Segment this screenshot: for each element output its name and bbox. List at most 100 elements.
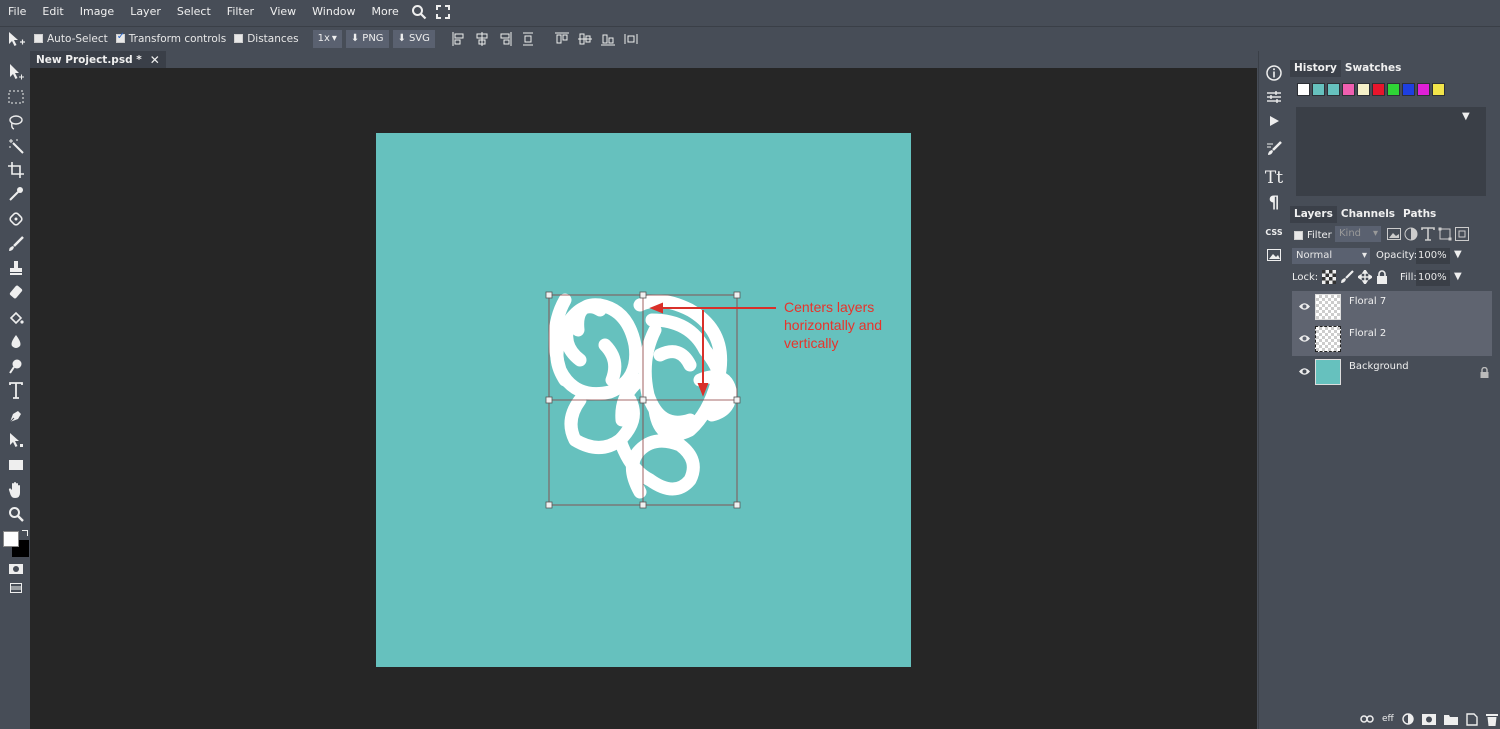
menu-select[interactable]: Select	[169, 0, 219, 24]
healing-brush-tool-icon[interactable]	[5, 208, 27, 230]
swatch-white[interactable]	[1297, 83, 1310, 96]
swatch-cream[interactable]	[1357, 83, 1370, 96]
menu-view[interactable]: View	[262, 0, 304, 24]
align-bottom-icon[interactable]	[598, 30, 618, 48]
zoom-tool-icon[interactable]	[5, 503, 27, 525]
panel-menu-icon[interactable]: ▼	[1462, 111, 1470, 122]
text-filter-icon[interactable]	[1421, 227, 1435, 241]
visibility-eye-icon[interactable]	[1298, 301, 1311, 312]
swatch-green[interactable]	[1387, 83, 1400, 96]
lock-position-icon[interactable]	[1358, 270, 1372, 284]
css-icon[interactable]: CSS	[1263, 221, 1285, 243]
close-icon[interactable]: ✕	[150, 53, 160, 67]
swap-colors-icon[interactable]	[22, 530, 28, 536]
swatch-blue[interactable]	[1402, 83, 1415, 96]
visibility-eye-icon[interactable]	[1298, 366, 1311, 377]
menu-image[interactable]: Image	[72, 0, 122, 24]
fill-input[interactable]: 100%	[1416, 270, 1450, 286]
transform-controls-checkbox[interactable]: Transform controls	[115, 31, 226, 45]
lock-all-icon[interactable]	[1376, 270, 1388, 284]
move-tool-icon[interactable]	[5, 61, 27, 83]
crop-tool-icon[interactable]	[5, 159, 27, 181]
layer-mask-icon[interactable]	[1421, 713, 1436, 725]
stamp-tool-icon[interactable]	[5, 257, 27, 279]
visibility-eye-icon[interactable]	[1298, 333, 1311, 344]
floral-artwork[interactable]	[376, 133, 911, 667]
align-vcenter-icon[interactable]	[575, 30, 595, 48]
menu-window[interactable]: Window	[304, 0, 363, 24]
blend-mode-select[interactable]: Normal ▾	[1292, 248, 1370, 264]
paragraph-icon[interactable]: ¶	[1263, 192, 1285, 214]
kind-select[interactable]: Kind ▾	[1335, 226, 1381, 242]
align-hcenter-icon[interactable]	[472, 30, 492, 48]
brush-tool-icon[interactable]	[5, 233, 27, 255]
history-list[interactable]	[1296, 107, 1486, 196]
foreground-background-colors[interactable]	[3, 530, 29, 557]
swatch-yellow[interactable]	[1432, 83, 1445, 96]
text-tool-icon[interactable]	[5, 380, 27, 402]
fill-dropdown-icon[interactable]: ▼	[1454, 271, 1462, 282]
export-png-button[interactable]: ⬇ PNG	[345, 29, 389, 48]
distribute-h-icon[interactable]	[518, 30, 538, 48]
eyedropper-tool-icon[interactable]	[5, 183, 27, 205]
swatch-pink[interactable]	[1342, 83, 1355, 96]
search-icon[interactable]	[407, 0, 431, 24]
menu-edit[interactable]: Edit	[34, 0, 71, 24]
lock-transparency-icon[interactable]	[1322, 270, 1336, 284]
tab-history[interactable]: History	[1290, 60, 1341, 77]
pen-tool-icon[interactable]	[5, 405, 27, 427]
image-icon[interactable]	[1263, 244, 1285, 266]
tab-paths[interactable]: Paths	[1399, 206, 1440, 223]
marquee-tool-icon[interactable]	[5, 86, 27, 108]
swatch-teal-1[interactable]	[1312, 83, 1325, 96]
filter-checkbox[interactable]	[1294, 231, 1303, 240]
adjustment-layer-icon[interactable]	[1402, 713, 1414, 725]
distances-box[interactable]	[234, 34, 244, 43]
tab-channels[interactable]: Channels	[1337, 206, 1399, 223]
fill-tool-icon[interactable]	[5, 307, 27, 329]
zoom-select[interactable]: 1x ▾	[312, 29, 342, 48]
eraser-tool-icon[interactable]	[5, 281, 27, 303]
blur-tool-icon[interactable]	[5, 331, 27, 353]
menu-file[interactable]: File	[0, 0, 34, 24]
hand-tool-icon[interactable]	[5, 479, 27, 501]
transform-controls-box[interactable]	[115, 31, 125, 43]
menu-filter[interactable]: Filter	[219, 0, 262, 24]
layer-filter-toggle[interactable]: Filter	[1294, 230, 1332, 241]
swatch-magenta[interactable]	[1417, 83, 1430, 96]
distances-checkbox[interactable]: Distances	[234, 33, 299, 45]
auto-select-checkbox[interactable]: Auto-Select	[34, 33, 108, 45]
new-group-icon[interactable]	[1443, 714, 1458, 725]
shape-filter-icon[interactable]	[1438, 227, 1452, 241]
dodge-tool-icon[interactable]	[5, 355, 27, 377]
align-left-icon[interactable]	[449, 30, 469, 48]
fullscreen-icon[interactable]	[431, 0, 455, 24]
auto-select-box[interactable]	[34, 34, 43, 43]
adjustments-icon[interactable]	[1263, 86, 1285, 108]
play-icon[interactable]	[1263, 110, 1285, 132]
character-icon[interactable]: Tt	[1263, 167, 1285, 189]
tab-layers[interactable]: Layers	[1290, 206, 1337, 223]
layer-row-floral-7[interactable]: Floral 7	[1292, 291, 1492, 323]
menu-more[interactable]: More	[364, 0, 407, 24]
brush-settings-icon[interactable]	[1263, 138, 1285, 160]
new-layer-icon[interactable]	[1466, 712, 1478, 726]
screen-mode-icon[interactable]	[5, 577, 27, 599]
rectangle-tool-icon[interactable]	[5, 454, 27, 476]
image-filter-icon[interactable]	[1387, 227, 1401, 241]
move-tool-icon[interactable]	[6, 30, 26, 48]
link-layers-icon[interactable]	[1360, 714, 1374, 724]
delete-layer-icon[interactable]	[1485, 713, 1498, 726]
distribute-v-icon[interactable]	[621, 30, 641, 48]
layer-effects-button[interactable]: eff	[1382, 714, 1394, 724]
tab-swatches[interactable]: Swatches	[1341, 60, 1405, 77]
magic-wand-tool-icon[interactable]	[5, 135, 27, 157]
foreground-color-swatch[interactable]	[3, 531, 19, 547]
opacity-input[interactable]: 100%	[1416, 248, 1450, 264]
swatch-red[interactable]	[1372, 83, 1385, 96]
document-tab[interactable]: New Project.psd * ✕	[30, 51, 166, 68]
layer-row-floral-2[interactable]: Floral 2	[1292, 323, 1492, 356]
menu-layer[interactable]: Layer	[122, 0, 169, 24]
align-top-icon[interactable]	[552, 30, 572, 48]
swatch-teal-2[interactable]	[1327, 83, 1340, 96]
